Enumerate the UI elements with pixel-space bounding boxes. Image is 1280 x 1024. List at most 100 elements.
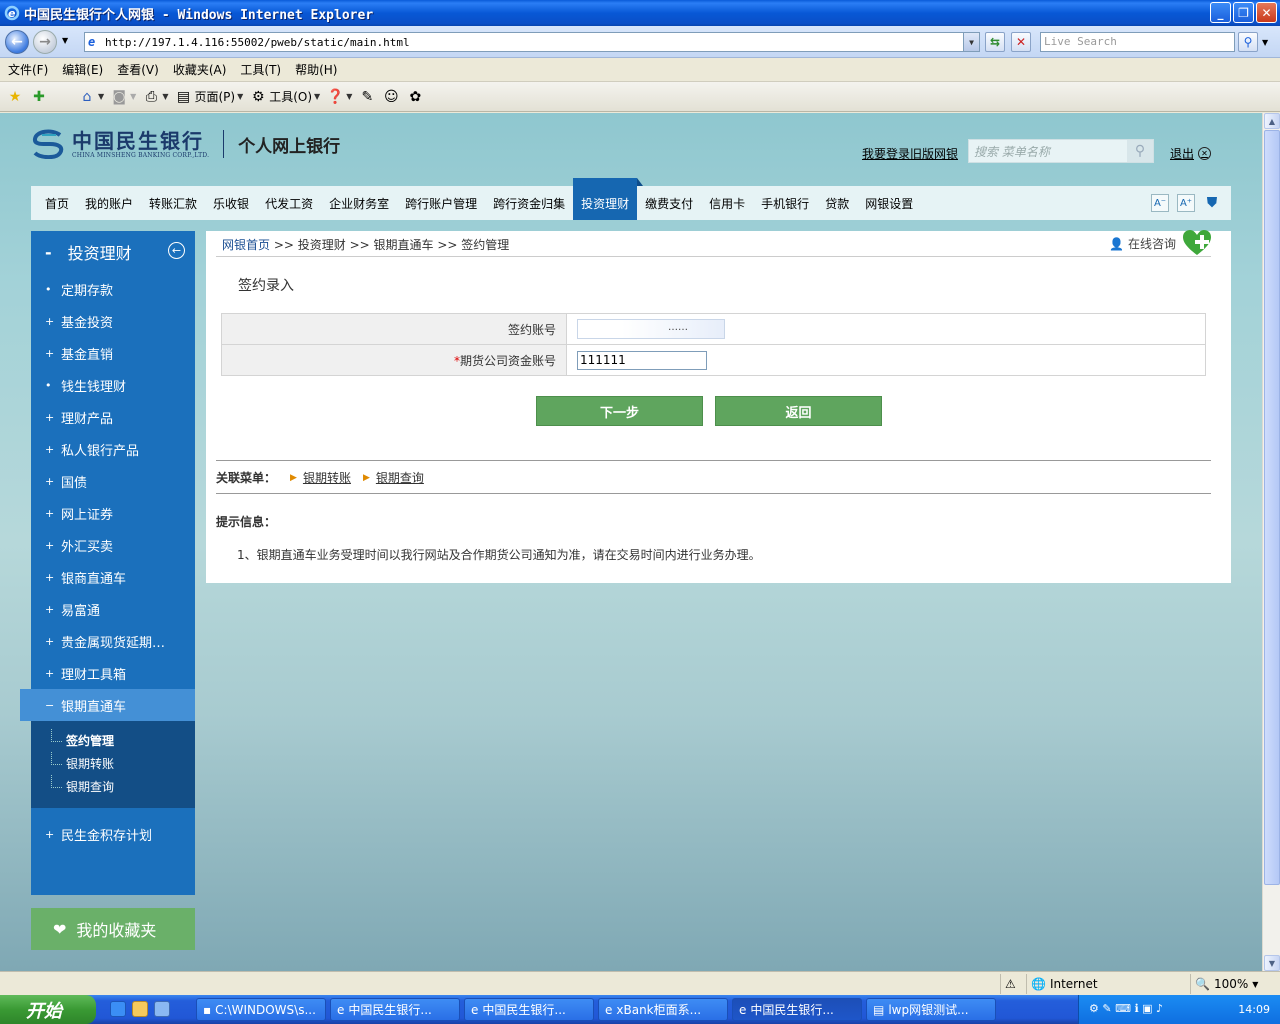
back-arrow-icon[interactable]: ← [168,242,185,259]
menu-view[interactable]: 查看(V) [117,61,159,78]
logout-link[interactable]: 退出 ✕ [1170,145,1212,162]
ie-quicklaunch-icon[interactable] [110,1001,126,1017]
scroll-down-icon[interactable]: ▼ [1264,955,1280,971]
close-button[interactable]: ✕ [1256,2,1277,23]
scroll-thumb[interactable] [1264,130,1280,885]
task-ie-active[interactable]: e 中国民生银行... [732,998,862,1021]
menu-search-box[interactable]: 搜索 菜单名称 ⚲ [968,139,1154,163]
breadcrumb-home-link[interactable]: 网银首页 [222,238,270,252]
sidebar-item-forex[interactable]: + 外汇买卖 [31,529,195,561]
nav-my-accounts[interactable]: 我的账户 [77,186,141,220]
search-icon[interactable]: ⚲ [1238,32,1258,52]
task-ie-2[interactable]: e 中国民生银行... [464,998,594,1021]
task-ie-1[interactable]: e 中国民生银行... [330,998,460,1021]
nav-investment[interactable]: 投资理财 [573,178,644,220]
feeds-button[interactable]: ◙ ▼ [110,88,136,106]
zoom-control[interactable]: 🔍 100% ▼ [1190,974,1262,994]
sidebar-header[interactable]: - 投资理财 ← [31,231,195,273]
clock[interactable]: 14:09 [1238,1003,1270,1016]
submenu-futures-transfer[interactable]: 银期转账 [51,752,195,775]
shirt-theme-icon[interactable]: ⛊ [1203,194,1221,212]
related-link-transfer[interactable]: 银期转账 [303,469,351,486]
messenger-icon[interactable]: ☺ [382,88,400,106]
search-options-icon[interactable]: ▼ [1262,38,1268,47]
sidebar-item-yifutong[interactable]: + 易富通 [31,593,195,625]
menu-search-icon[interactable]: ⚲ [1127,140,1153,162]
nav-settings[interactable]: 网银设置 [857,186,921,220]
print-button[interactable]: ⎙ ▼ [142,88,169,106]
submenu-futures-query[interactable]: 银期查询 [51,775,195,798]
bank-logo[interactable]: 中国民生银行 CHINA MINSHENG BANKING CORP.,LTD.… [30,129,340,159]
old-version-login-link[interactable]: 我要登录旧版网银 [862,145,958,162]
task-document[interactable]: ▤ lwp网银测试... [866,998,996,1021]
next-step-button[interactable]: 下一步 [536,396,703,426]
live-search-input[interactable]: Live Search [1040,32,1235,52]
minimize-button[interactable]: _ [1210,2,1231,23]
desktop-quicklaunch-icon[interactable] [154,1001,170,1017]
menu-help[interactable]: 帮助(H) [295,61,337,78]
nav-leshouyin[interactable]: 乐收银 [205,186,257,220]
stop-icon[interactable]: ✕ [1011,32,1031,52]
address-dropdown-icon[interactable]: ▼ [963,33,979,51]
help-button[interactable]: ❓ ▼ [326,88,352,106]
research-icon[interactable]: ✎ [358,88,376,106]
menu-favorites[interactable]: 收藏夹(A) [173,61,227,78]
page-menu[interactable]: ▤ 页面(P) ▼ [174,88,243,106]
refresh-icon[interactable]: ⇆ [985,32,1005,52]
vertical-scrollbar[interactable]: ▲ ▼ [1262,113,1280,971]
sidebar-item-bank-merchant[interactable]: + 银商直通车 [31,561,195,593]
task-xbank[interactable]: e xBank柜面系... [598,998,728,1021]
nav-payroll[interactable]: 代发工资 [257,186,321,220]
futures-account-input[interactable]: 111111 [577,350,707,370]
home-button[interactable]: ⌂ ▼ [78,88,105,106]
menu-file[interactable]: 文件(F) [8,61,48,78]
sidebar-item-fund-invest[interactable]: + 基金投资 [31,305,195,337]
sidebar-item-precious-metals[interactable]: + 贵金属现货延期… [31,625,195,657]
task-cmd[interactable]: ▪ C:\WINDOWS\s... [196,998,326,1021]
related-link-query[interactable]: 银期查询 [376,469,424,486]
tools-menu[interactable]: ⚙ 工具(O) ▼ [249,88,320,106]
nav-payments[interactable]: 缴费支付 [637,186,701,220]
sidebar-item-private-bank[interactable]: + 私人银行产品 [31,433,195,465]
tray-icons[interactable]: ⚙ ✎ ⌨ ℹ ▣ ♪ [1089,1002,1163,1015]
menu-edit[interactable]: 编辑(E) [62,61,103,78]
nav-enterprise-finance[interactable]: 企业财务室 [321,186,397,220]
sidebar-item-bonds[interactable]: + 国债 [31,465,195,497]
back-button[interactable]: ← [5,30,29,54]
maximize-button[interactable]: ❐ [1233,2,1254,23]
back-button[interactable]: 返回 [715,396,882,426]
menu-search-input[interactable]: 搜索 菜单名称 [969,143,1127,160]
sidebar-item-toolbox[interactable]: + 理财工具箱 [31,657,195,689]
sidebar-item-bank-futures[interactable]: − 银期直通车 [20,689,195,721]
nav-loans[interactable]: 贷款 [817,186,857,220]
start-button[interactable]: 开始 [0,995,96,1024]
favorites-star-icon[interactable]: ★ [6,88,24,106]
nav-mobile-bank[interactable]: 手机银行 [753,186,817,220]
sidebar-item-wealth-products[interactable]: + 理财产品 [31,401,195,433]
extension-icon[interactable]: ✿ [406,88,424,106]
nav-credit-card[interactable]: 信用卡 [701,186,753,220]
add-favorite-heart-icon[interactable] [1181,229,1213,257]
nav-interbank-funds[interactable]: 跨行资金归集 [485,186,573,220]
sidebar-item-fund-direct[interactable]: + 基金直销 [31,337,195,369]
nav-transfer[interactable]: 转账汇款 [141,186,205,220]
add-favorites-icon[interactable]: ✚ [30,88,48,106]
history-dropdown-icon[interactable]: ▼ [62,36,68,45]
online-consult-link[interactable]: 👤 在线咨询 [1109,235,1176,252]
sidebar-item-gold-savings[interactable]: + 民生金积存计划 [31,818,195,850]
address-bar[interactable]: e http://197.1.4.116:55002/pweb/static/m… [84,32,980,52]
nav-home[interactable]: 首页 [31,186,77,220]
sidebar-item-money-market[interactable]: • 钱生钱理财 [31,369,195,401]
nav-interbank-accounts[interactable]: 跨行账户管理 [397,186,485,220]
my-favorites-button[interactable]: ❤ 我的收藏夹 [31,908,195,950]
sidebar-item-fixed-deposit[interactable]: • 定期存款 [31,273,195,305]
font-increase-icon[interactable]: A⁺ [1177,194,1195,212]
font-decrease-icon[interactable]: A⁻ [1151,194,1169,212]
scroll-up-icon[interactable]: ▲ [1264,113,1280,129]
menu-tools[interactable]: 工具(T) [240,61,281,78]
forward-button[interactable]: → [33,30,57,54]
submenu-sign-management[interactable]: 签约管理 [51,729,195,752]
sidebar-item-securities[interactable]: + 网上证券 [31,497,195,529]
account-select[interactable]: …… [577,319,725,339]
explorer-quicklaunch-icon[interactable] [132,1001,148,1017]
